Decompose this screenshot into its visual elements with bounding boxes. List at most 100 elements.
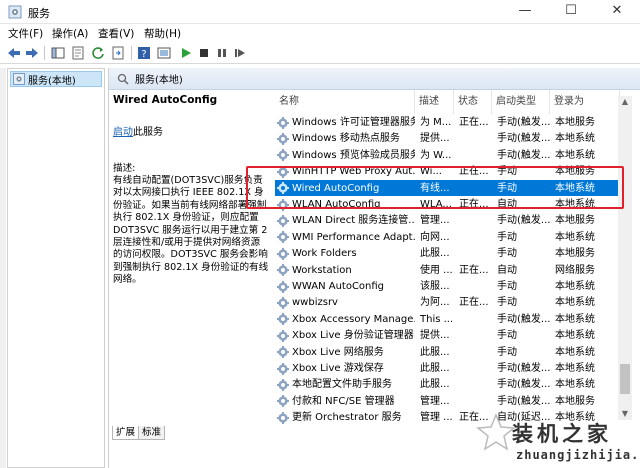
table-row[interactable]: Workstation 使用 ... 正在... 自动 网络服务 — [275, 262, 627, 278]
service-name-cell: Xbox Accessory Manage... — [277, 312, 415, 327]
service-name-cell: Wired AutoConfig — [277, 181, 415, 196]
service-logon-cell: 本地系统 — [555, 231, 595, 243]
minimize-button[interactable]: — — [502, 0, 548, 24]
table-row[interactable]: Xbox Live 游戏保存 此服... 手动(触发... 本地系统 — [275, 360, 627, 376]
view-icon[interactable] — [156, 45, 172, 61]
close-button[interactable]: ✕ — [594, 0, 640, 24]
service-status-cell — [459, 213, 493, 228]
table-row[interactable]: Xbox Accessory Manage... This ... 手动(触发...… — [275, 311, 627, 327]
service-startup-type-cell: 手动(触发... — [497, 379, 551, 391]
table-row[interactable]: 付款和 NFC/SE 管理器 管理... 手动(触发... 本地服务 — [275, 393, 627, 409]
column-header-startup-type[interactable]: 启动类型 — [492, 90, 550, 114]
service-startup-type-cell: 手动 — [497, 182, 517, 194]
tree-item-label: 服务(本地) — [28, 75, 76, 87]
service-status-cell: 正在... — [459, 166, 489, 178]
tree-item-services-local[interactable]: 服务(本地) — [10, 71, 102, 87]
service-startup-type-cell: 手动(触发... — [497, 395, 551, 407]
pause-service-icon[interactable] — [214, 45, 230, 61]
service-gear-icon — [277, 264, 289, 277]
service-name: Windows 预览体验成员服务 — [292, 149, 415, 161]
menu-action[interactable]: 操作(A) — [52, 26, 88, 41]
service-status-cell — [459, 328, 493, 343]
service-status-cell: 正在... — [459, 297, 489, 309]
service-startup-type-cell: 手动 — [497, 248, 517, 260]
table-row[interactable]: Xbox Live 网络服务 此服... 手动 本地系统 — [275, 344, 627, 360]
service-gear-icon — [277, 247, 289, 260]
table-row[interactable]: 本地配置文件助手服务 此服... 手动(触发... 本地系统 — [275, 376, 627, 392]
service-status-cell — [459, 377, 493, 392]
properties-icon[interactable] — [70, 45, 86, 61]
table-row[interactable]: wwbizsrv 为阿... 正在... 手动 本地系统 — [275, 294, 627, 310]
service-description-panel: Wired AutoConfig 启动此服务 描述: 有线自动配置(DOT3SV… — [113, 94, 269, 287]
service-startup-type-cell: 手动 — [497, 281, 517, 292]
service-startup-type-cell: 手动(触发... — [497, 133, 551, 145]
menu-help[interactable]: 帮助(H) — [144, 26, 181, 41]
service-name: WLAN Direct 服务连接管... — [292, 215, 415, 227]
table-row[interactable]: Windows 许可证管理器服务为 M... 正在... 手动(触发... 本地服务 — [275, 114, 627, 130]
maximize-button[interactable]: ☐ — [548, 0, 594, 24]
vertical-scrollbar[interactable]: ▲ ▼ — [618, 96, 632, 420]
service-logon-cell: 本地服务 — [555, 117, 595, 128]
service-description-cell: 使用 ... — [420, 264, 453, 276]
export-list-icon[interactable] — [110, 45, 126, 61]
watermark-star-icon — [476, 413, 516, 451]
service-description-cell: 此服... — [420, 248, 450, 260]
service-startup-type-cell: 手动 — [497, 231, 517, 243]
forward-arrow-icon[interactable] — [24, 45, 40, 61]
service-description-cell: Wi... — [420, 166, 442, 178]
menu-view[interactable]: 查看(V) — [98, 26, 134, 41]
service-startup-type-cell: 手动 — [497, 297, 517, 309]
service-name: WLAN AutoConfig — [292, 199, 381, 210]
start-service-link[interactable]: 启动 — [113, 127, 133, 138]
service-gear-icon — [277, 280, 289, 293]
column-header-description[interactable]: 描述 — [415, 90, 454, 114]
table-row[interactable]: Wired AutoConfig 有线... 手动 本地系统 — [275, 179, 627, 196]
scroll-thumb[interactable] — [620, 364, 630, 394]
table-row[interactable]: Xbox Live 身份验证管理器 提供... 手动 本地系统 — [275, 327, 627, 343]
restart-service-icon[interactable] — [232, 45, 248, 61]
service-name: Windows 移动热点服务 — [292, 133, 400, 145]
service-name: Windows 许可证管理器服务 — [292, 117, 415, 128]
service-gear-icon — [277, 395, 289, 408]
service-gear-icon — [277, 362, 289, 375]
service-startup-type-cell: 自动 — [497, 264, 517, 276]
service-status-cell: 正在... — [459, 199, 489, 210]
refresh-icon[interactable] — [90, 45, 106, 61]
console-tree-icon[interactable] — [50, 45, 66, 61]
title-bar: 服务 — ☐ ✕ — [0, 0, 640, 24]
service-gear-icon — [277, 346, 289, 359]
start-service-icon[interactable] — [178, 45, 194, 61]
service-logon-cell: 本地系统 — [555, 346, 595, 358]
table-row[interactable]: Windows 预览体验成员服务为 W... 手动(触发... 本地系统 — [275, 147, 627, 163]
stop-service-icon[interactable] — [196, 45, 212, 61]
table-row[interactable]: WWAN AutoConfig 该服... 手动 本地系统 — [275, 278, 627, 294]
table-row[interactable]: WLAN AutoConfig WLA... 正在... 自动 本地系统 — [275, 196, 627, 212]
table-row[interactable]: WMI Performance Adapt... 向网... 手动 本地系统 — [275, 229, 627, 245]
table-row[interactable]: WLAN Direct 服务连接管... 管理... 手动(触发... 本地服务 — [275, 212, 627, 228]
details-pane: 服务(本地) Wired AutoConfig 启动此服务 描述: 有线自动配置… — [108, 68, 640, 468]
service-description-cell: 提供... — [420, 133, 450, 145]
column-header-status[interactable]: 状态 — [454, 90, 492, 114]
service-name-cell: Windows 预览体验成员服务 — [277, 148, 415, 163]
scroll-up-arrow-icon[interactable]: ▲ — [618, 96, 632, 108]
service-logon-cell: 本地服务 — [555, 248, 595, 260]
column-header-logon-as[interactable]: 登录为 — [550, 90, 620, 114]
service-logon-cell: 本地系统 — [555, 297, 595, 309]
help-icon[interactable]: ? — [136, 45, 152, 61]
service-logon-cell: 本地服务 — [555, 166, 595, 178]
service-name-cell: WWAN AutoConfig — [277, 279, 415, 294]
service-description-cell: This ... — [420, 313, 454, 325]
service-description-cell: 此服... — [420, 346, 450, 358]
tab-extended[interactable]: 扩展 — [112, 426, 140, 440]
table-row[interactable]: Windows 移动热点服务 提供... 手动(触发... 本地系统 — [275, 130, 627, 146]
service-gear-icon — [277, 378, 289, 391]
menu-file[interactable]: 文件(F) — [8, 26, 43, 41]
table-row[interactable]: WinHTTP Web Proxy Aut... Wi... 正在... 手动 本地服务 — [275, 163, 627, 179]
service-gear-icon — [277, 231, 289, 244]
tab-standard[interactable]: 标准 — [138, 426, 166, 440]
table-row[interactable]: Work Folders 此服... 手动 本地服务 — [275, 245, 627, 261]
service-gear-icon — [277, 165, 289, 178]
back-arrow-icon[interactable] — [6, 45, 22, 61]
window-title: 服务 — [28, 7, 50, 20]
column-header-name[interactable]: 名称 — [275, 90, 415, 114]
